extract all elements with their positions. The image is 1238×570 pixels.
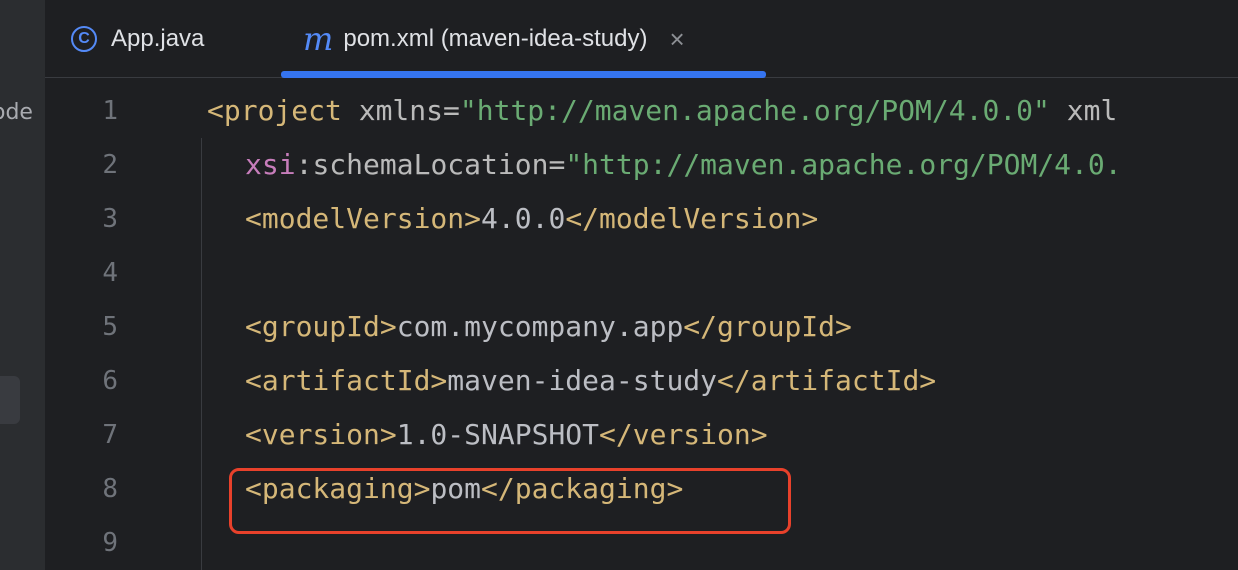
xml-namespace-separator: :: [295, 148, 313, 181]
project-tree-selected-row[interactable]: [0, 376, 20, 424]
tab-label: App.java: [111, 25, 205, 52]
tab-app-java[interactable]: C App.java: [71, 0, 204, 78]
xml-tag-close: </groupId>: [683, 310, 852, 343]
annotation-highlight-box: [229, 468, 791, 534]
xml-attribute-value: "http://maven.apache.org/POM/4.0.: [565, 148, 1122, 181]
line-number: 5: [102, 312, 118, 342]
code-line-7[interactable]: <version>1.0-SNAPSHOT</version>: [207, 408, 768, 462]
xml-attribute: xmlns: [358, 94, 444, 127]
editor-tab-bar: C App.java m pom.xml (maven-idea-study) …: [45, 0, 1238, 78]
xml-tag-close: </artifactId>: [717, 364, 937, 397]
project-tree-partial-label: ode: [0, 100, 33, 125]
xml-text: maven-idea-study: [447, 364, 718, 397]
indent-guide: [201, 138, 202, 570]
xml-attribute: schemaLocation: [312, 148, 549, 181]
close-tab-icon[interactable]: ×: [669, 26, 684, 52]
xml-equals: =: [443, 94, 460, 127]
xml-tag-open: <version>: [245, 418, 397, 451]
xml-attribute-partial: xml: [1066, 94, 1118, 127]
xml-text: 1.0-SNAPSHOT: [396, 418, 600, 451]
line-number: 9: [102, 528, 118, 558]
code-line-3[interactable]: <modelVersion>4.0.0</modelVersion>: [207, 192, 818, 246]
maven-icon: m: [303, 20, 334, 58]
xml-text: com.mycompany.app: [396, 310, 684, 343]
code-line-6[interactable]: <artifactId>maven-idea-study</artifactId…: [207, 354, 936, 408]
line-number: 3: [102, 204, 118, 234]
xml-tag-open: <modelVersion>: [245, 202, 482, 235]
xml-namespace: xsi: [245, 148, 296, 181]
java-class-icon: C: [71, 26, 97, 52]
code-line-2[interactable]: xsi:schemaLocation="http://maven.apache.…: [207, 138, 1122, 192]
code-line-1[interactable]: <project xmlns="http://maven.apache.org/…: [207, 84, 1117, 138]
xml-tag-open: <project: [207, 94, 342, 127]
code-line-5[interactable]: <groupId>com.mycompany.app</groupId>: [207, 300, 852, 354]
line-number: 1: [102, 96, 118, 126]
line-number: 7: [102, 420, 118, 450]
line-number: 6: [102, 366, 118, 396]
line-number: 4: [102, 258, 118, 288]
project-panel-edge[interactable]: ode: [0, 0, 45, 570]
line-number: 2: [102, 150, 118, 180]
line-number: 8: [102, 474, 118, 504]
xml-tag-close: </version>: [599, 418, 768, 451]
xml-attribute-value: "http://maven.apache.org/POM/4.0.0": [459, 94, 1050, 127]
tab-pom-xml[interactable]: m pom.xml (maven-idea-study) ×: [303, 0, 685, 78]
xml-equals: =: [548, 148, 566, 181]
xml-tag-open: <artifactId>: [245, 364, 448, 397]
tab-label: pom.xml (maven-idea-study): [343, 25, 648, 52]
xml-text: 4.0.0: [481, 202, 566, 235]
active-tab-indicator: [281, 71, 766, 78]
xml-tag-close: </modelVersion>: [565, 202, 819, 235]
xml-tag-open: <groupId>: [245, 310, 397, 343]
line-number-gutter: 1 2 3 4 5 6 7 8 9: [45, 84, 155, 570]
